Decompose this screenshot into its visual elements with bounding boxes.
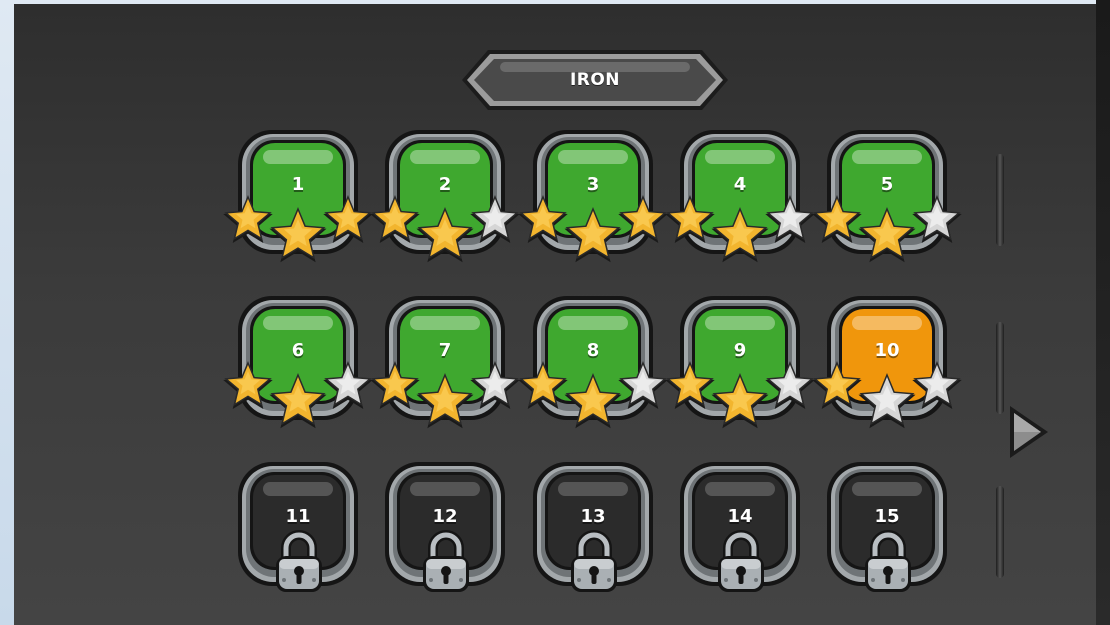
star-icon — [765, 361, 815, 409]
world-title-plate: IRON — [460, 48, 730, 112]
star-rating — [222, 356, 374, 436]
star-rating — [369, 356, 521, 436]
star-icon — [765, 195, 815, 243]
level-number: 13 — [580, 506, 606, 527]
level-tile-2[interactable]: 2 — [370, 128, 520, 263]
chevron-right-icon — [1010, 406, 1048, 458]
level-number: 15 — [874, 506, 900, 527]
level-tile-8[interactable]: 8 — [518, 294, 668, 429]
star-icon — [812, 195, 862, 243]
star-icon — [618, 195, 668, 243]
star-rating — [811, 356, 963, 436]
star-icon — [470, 361, 520, 409]
star-icon — [665, 195, 715, 243]
level-tile-1[interactable]: 1 — [223, 128, 373, 263]
level-number: 14 — [727, 506, 753, 527]
star-rating — [664, 190, 816, 270]
star-icon — [912, 195, 962, 243]
level-number: 12 — [432, 506, 458, 527]
level-tile-4[interactable]: 4 — [665, 128, 815, 263]
star-icon — [858, 207, 916, 263]
star-icon — [812, 361, 862, 409]
star-icon — [711, 373, 769, 429]
level-tile-11[interactable]: 11 — [236, 460, 360, 594]
star-icon — [518, 195, 568, 243]
star-icon — [618, 361, 668, 409]
padlock-icon — [569, 530, 619, 594]
star-icon — [665, 361, 715, 409]
level-tile-9[interactable]: 9 — [665, 294, 815, 429]
star-icon — [370, 361, 420, 409]
level-tile-15[interactable]: 15 — [825, 460, 949, 594]
level-tile-3[interactable]: 3 — [518, 128, 668, 263]
level-tile-10[interactable]: 10 — [812, 294, 962, 429]
padlock-icon — [863, 530, 913, 594]
level-number: 11 — [285, 506, 311, 527]
level-tile-14[interactable]: 14 — [678, 460, 802, 594]
star-icon — [223, 195, 273, 243]
star-icon — [711, 207, 769, 263]
world-title: IRON — [569, 70, 621, 90]
star-rating — [517, 356, 669, 436]
padlock-icon — [421, 530, 471, 594]
star-icon — [370, 195, 420, 243]
window-edge — [1096, 0, 1110, 625]
level-tile-5[interactable]: 5 — [812, 128, 962, 263]
level-select-screen: IRON 1 2 3 4 5 6 7 8 9 10 11 12 13 14 15 — [14, 4, 1096, 625]
star-icon — [912, 361, 962, 409]
level-tile-12[interactable]: 12 — [383, 460, 507, 594]
level-tile-6[interactable]: 6 — [223, 294, 373, 429]
star-icon — [223, 361, 273, 409]
star-rating — [369, 190, 521, 270]
level-tile-13[interactable]: 13 — [531, 460, 655, 594]
star-icon — [269, 373, 327, 429]
star-rating — [811, 190, 963, 270]
star-rating — [664, 356, 816, 436]
star-icon — [564, 373, 622, 429]
padlock-icon — [716, 530, 766, 594]
padlock-icon — [274, 530, 324, 594]
level-tile-7[interactable]: 7 — [370, 294, 520, 429]
star-rating — [517, 190, 669, 270]
star-icon — [323, 195, 373, 243]
next-page-button[interactable] — [1002, 400, 1054, 464]
star-icon — [416, 373, 474, 429]
star-icon — [564, 207, 622, 263]
star-icon — [858, 373, 916, 429]
star-icon — [416, 207, 474, 263]
star-icon — [269, 207, 327, 263]
star-icon — [518, 361, 568, 409]
page-divider — [996, 486, 1004, 578]
star-icon — [470, 195, 520, 243]
page-divider — [996, 154, 1004, 246]
star-rating — [222, 190, 374, 270]
star-icon — [323, 361, 373, 409]
